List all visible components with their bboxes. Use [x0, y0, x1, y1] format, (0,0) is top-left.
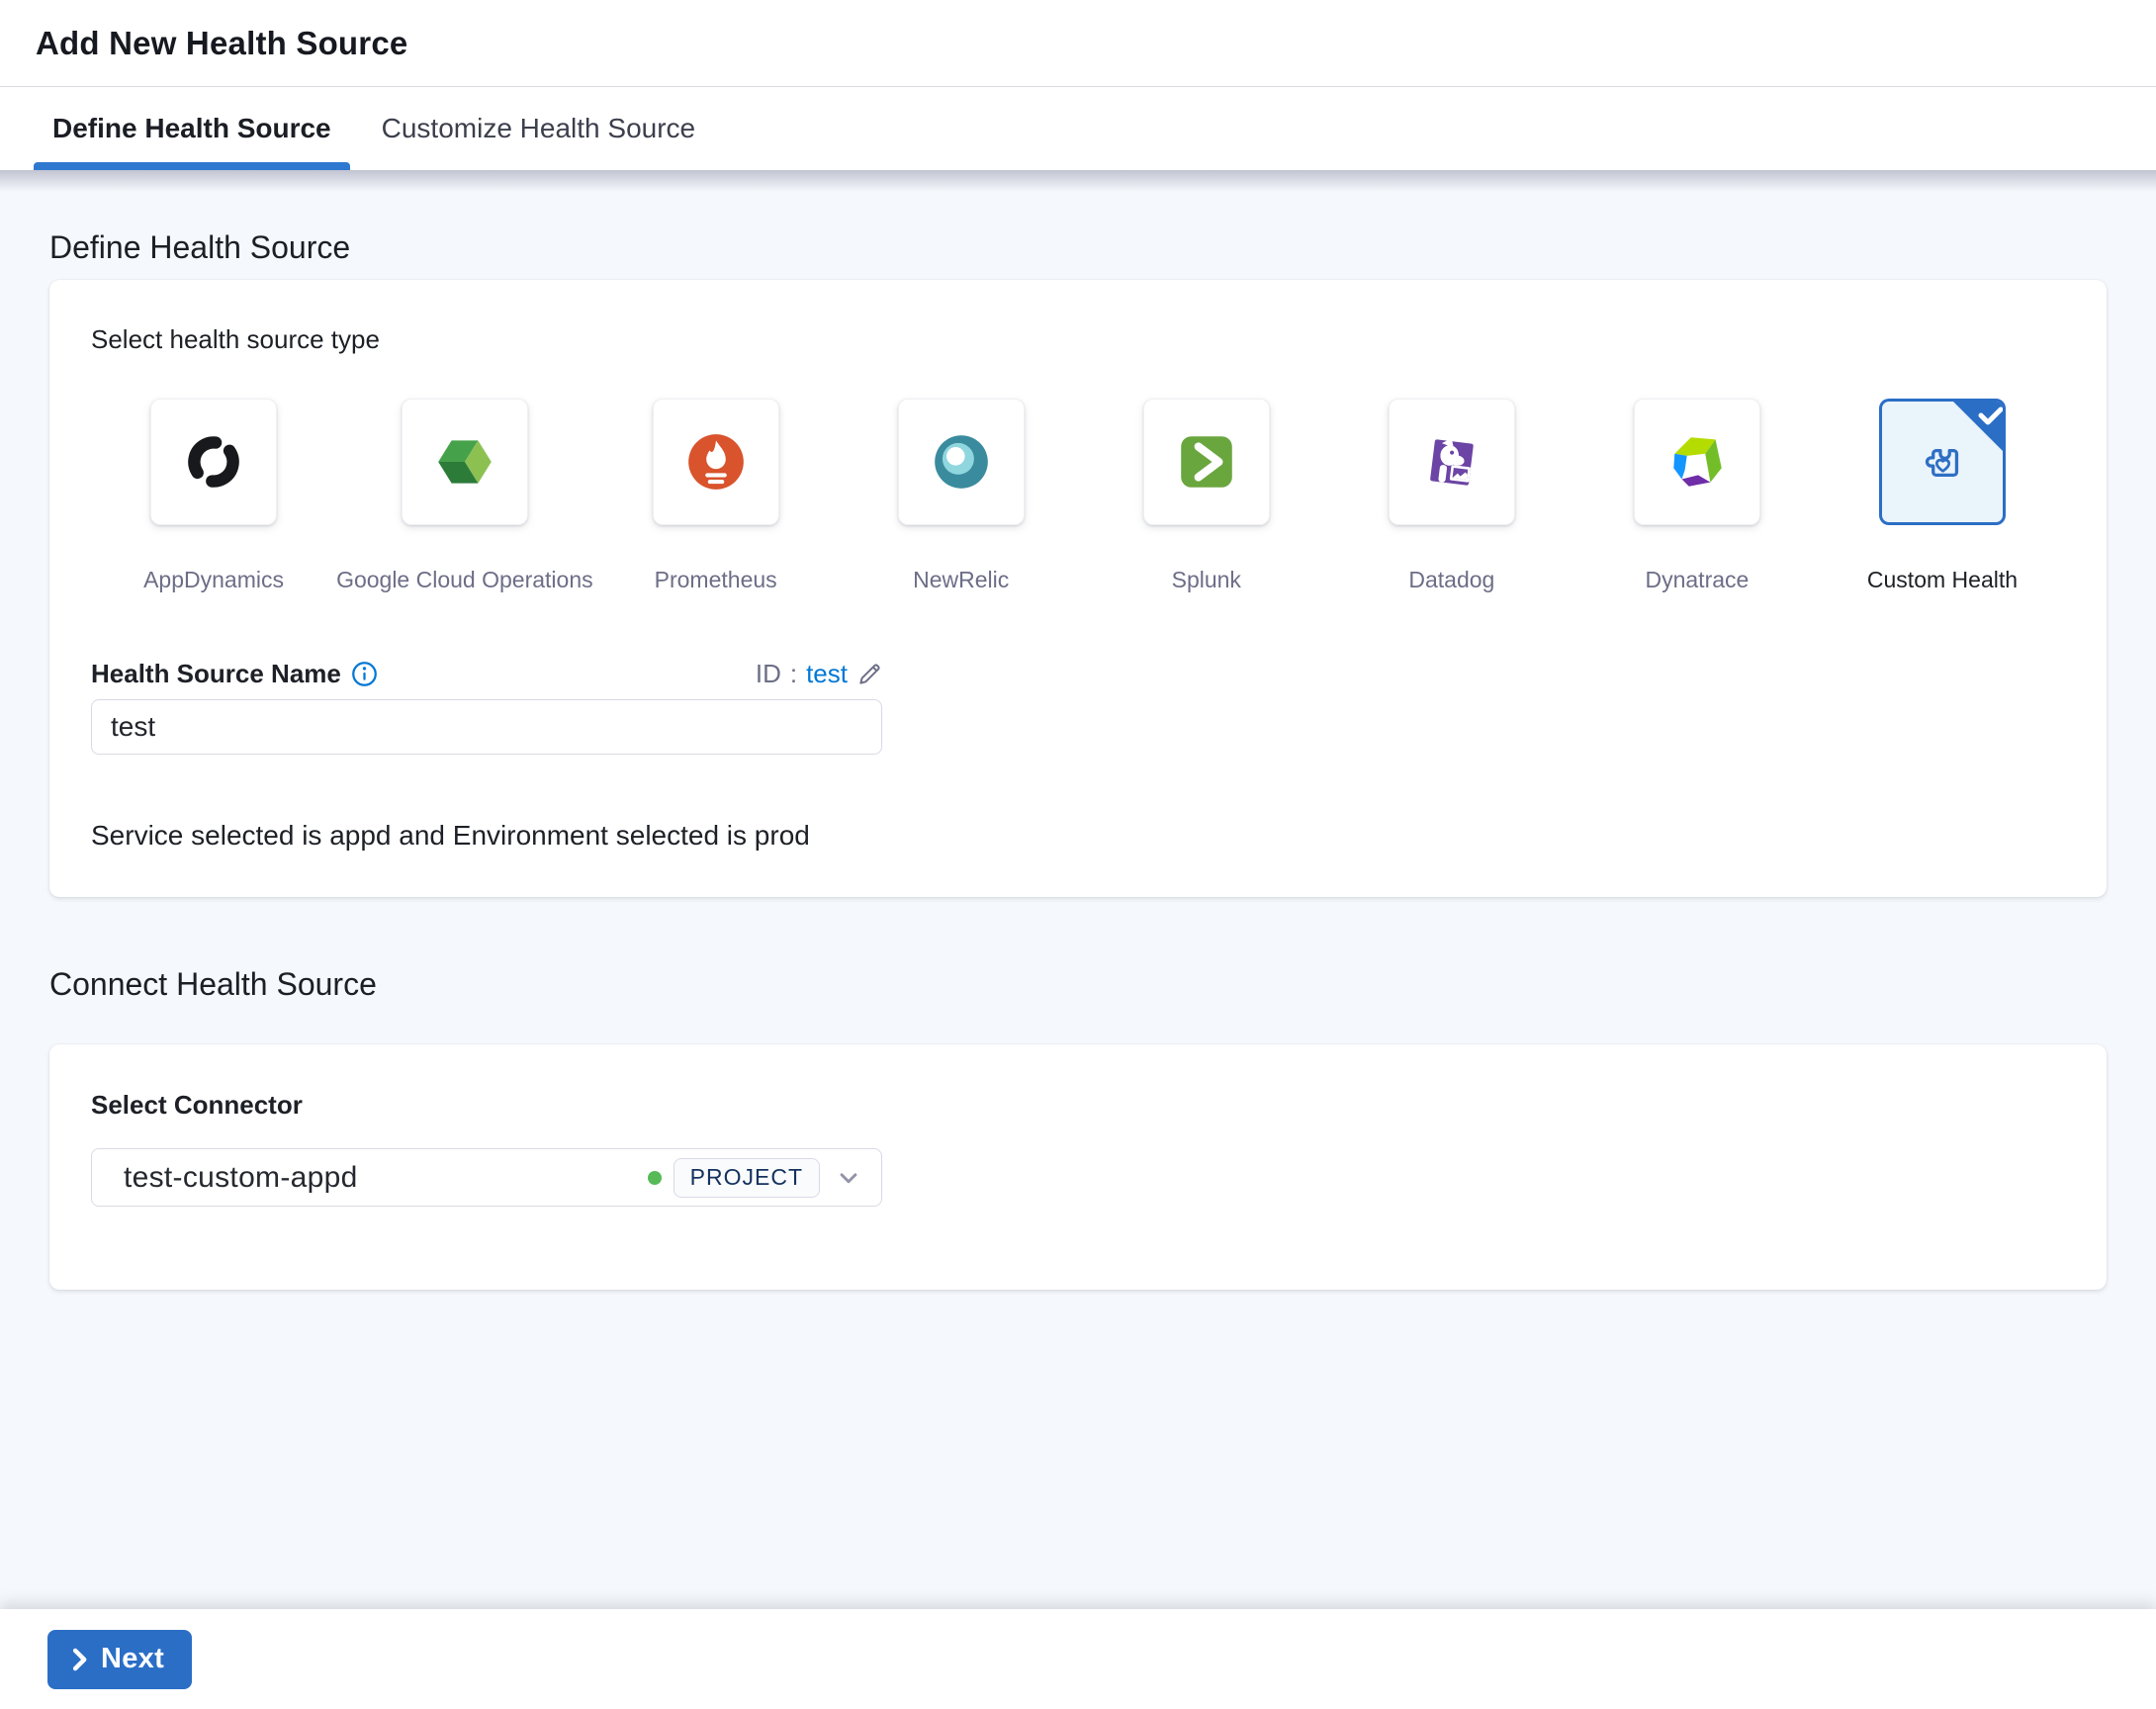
health-source-tile[interactable] [1633, 399, 1760, 525]
newrelic-icon [929, 429, 994, 495]
health-source-tile[interactable] [150, 399, 278, 525]
dialog-header: Add New Health Source [0, 0, 2156, 87]
define-health-source-card: Select health source type AppDynamics Go… [49, 280, 2107, 897]
tab-bar: Define Health Source Customize Health So… [0, 87, 2156, 170]
health-source-type-newrelic[interactable]: NewRelic [839, 399, 1084, 593]
connector-scope-badge: PROJECT [673, 1157, 820, 1198]
health-source-tile[interactable] [1388, 399, 1515, 525]
health-source-type-label: Custom Health [1866, 567, 2019, 592]
health-source-type-google-cloud-operations[interactable]: Google Cloud Operations [336, 399, 593, 593]
define-section-heading: Define Health Source [49, 229, 351, 265]
connector-select[interactable]: test-custom-appd PROJECT [91, 1148, 882, 1207]
dialog-body: Define Health Source Select health sourc… [0, 170, 2156, 1609]
health-source-name-label: Health Source Name [91, 659, 341, 688]
health-source-type-label: Dynatrace [1645, 567, 1750, 592]
next-button[interactable]: Next [47, 1629, 193, 1689]
health-source-type-list: AppDynamics Google Cloud Operations Prom… [91, 399, 2065, 593]
id-display: ID: test [756, 659, 882, 689]
health-source-tile[interactable] [652, 399, 779, 525]
connector-status-dot [647, 1170, 662, 1185]
health-source-tile[interactable] [1878, 399, 2006, 525]
health-source-tile[interactable] [1142, 399, 1270, 525]
chevron-down-icon[interactable] [834, 1163, 863, 1193]
health-source-name-input[interactable] [91, 699, 882, 755]
service-environment-note: Service selected is appd and Environment… [91, 820, 810, 851]
dynatrace-icon [1664, 429, 1730, 495]
health-source-type-splunk[interactable]: Splunk [1084, 399, 1329, 593]
splunk-icon [1174, 429, 1239, 495]
health-source-type-label: Splunk [1171, 567, 1241, 592]
health-source-type-label: AppDynamics [143, 567, 284, 592]
health-source-tile[interactable] [897, 399, 1025, 525]
id-separator: : [789, 659, 798, 688]
health-source-type-datadog[interactable]: Datadog [1329, 399, 1574, 593]
datadog-icon [1419, 429, 1484, 495]
next-button-label: Next [101, 1643, 165, 1674]
health-source-tile[interactable] [401, 399, 528, 525]
chevron-right-icon [69, 1647, 89, 1672]
health-source-type-label: Prometheus [654, 567, 777, 592]
selected-check-icon [1952, 402, 2003, 452]
id-value: test [806, 659, 848, 688]
tab-define-health-source[interactable]: Define Health Source [34, 87, 350, 170]
page-title: Add New Health Source [36, 24, 408, 61]
select-source-type-label: Select health source type [91, 324, 380, 354]
appdynamics-icon [181, 429, 246, 495]
health-source-type-label: Datadog [1408, 567, 1495, 592]
prometheus-icon [683, 429, 749, 495]
gco-icon [432, 429, 497, 495]
health-source-type-label: Google Cloud Operations [336, 567, 593, 592]
id-label: ID [755, 659, 781, 688]
health-source-type-custom-health[interactable]: Custom Health [1820, 399, 2065, 593]
connect-health-source-card: Select Connector test-custom-appd PROJEC… [49, 1044, 2107, 1290]
info-icon[interactable] [351, 661, 378, 687]
connect-section-heading: Connect Health Source [49, 966, 377, 1002]
health-source-type-appdynamics[interactable]: AppDynamics [91, 399, 336, 593]
health-source-type-label: NewRelic [913, 567, 1010, 592]
dialog-footer: Next [0, 1609, 2156, 1709]
health-source-type-prometheus[interactable]: Prometheus [593, 399, 839, 593]
tab-customize-health-source[interactable]: Customize Health Source [363, 87, 714, 170]
edit-id-icon[interactable] [856, 662, 882, 687]
select-connector-label: Select Connector [91, 1090, 303, 1120]
name-field-row: Health Source Name ID: test [91, 659, 882, 689]
health-source-type-dynatrace[interactable]: Dynatrace [1574, 399, 1820, 593]
connector-name: test-custom-appd [124, 1160, 358, 1194]
